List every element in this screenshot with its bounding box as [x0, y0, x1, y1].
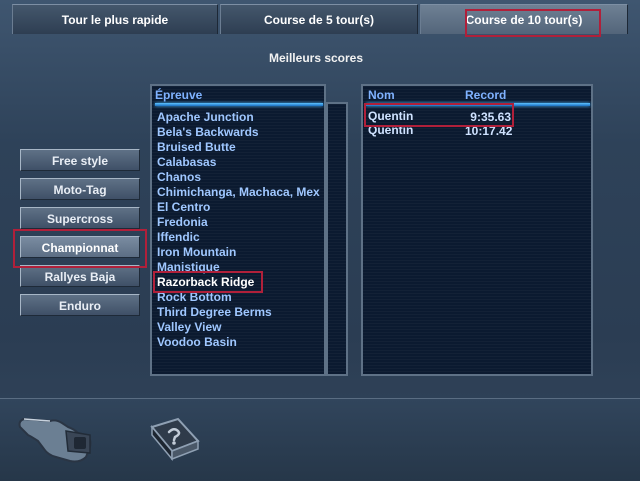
track-list-header: Épreuve [155, 88, 203, 102]
mode-championnat-button[interactable]: Championnat [20, 236, 140, 258]
help-book-icon[interactable] [148, 415, 202, 461]
tab-10-laps[interactable]: Course de 10 tour(s) [420, 4, 628, 34]
page-title: Meilleurs scores [268, 51, 364, 65]
track-list-panel: Épreuve Apache Junction Bela's Backwards… [150, 84, 326, 376]
score-record: 10:17.42 [465, 124, 513, 138]
mode-supercross-button[interactable]: Supercross [20, 207, 140, 229]
track-item[interactable]: Iron Mountain [157, 245, 236, 260]
track-item[interactable]: Chimichanga, Machaca, Mex [157, 185, 320, 200]
mode-free-style-button[interactable]: Free style [20, 149, 140, 171]
score-record: 9:35.63 [470, 110, 511, 124]
mode-moto-tag-button[interactable]: Moto-Tag [20, 178, 140, 200]
header-divider [155, 103, 323, 106]
track-item[interactable]: Fredonia [157, 215, 208, 230]
track-item-selected[interactable]: Razorback Ridge [157, 275, 254, 290]
track-item[interactable]: Third Degree Berms [157, 305, 272, 320]
track-list-scrollbar[interactable] [326, 102, 348, 376]
pointing-hand-icon[interactable] [16, 407, 96, 467]
track-item[interactable]: Rock Bottom [157, 290, 232, 305]
footer-bar [0, 398, 640, 481]
game-screen: Tour le plus rapide Course de 5 tour(s) … [0, 0, 640, 481]
score-name: Quentin [368, 109, 414, 123]
track-item[interactable]: Iffendic [157, 230, 200, 245]
record-column-header: Record [465, 88, 507, 102]
track-item[interactable]: Bruised Butte [157, 140, 236, 155]
track-item[interactable]: Apache Junction [157, 110, 254, 125]
track-item[interactable]: Calabasas [157, 155, 216, 170]
mode-rallyes-baja-button[interactable]: Rallyes Baja [20, 265, 140, 287]
mode-enduro-button[interactable]: Enduro [20, 294, 140, 316]
track-item[interactable]: Bela's Backwards [157, 125, 259, 140]
header-divider [366, 103, 590, 106]
name-column-header: Nom [368, 88, 395, 102]
tab-5-laps[interactable]: Course de 5 tour(s) [220, 4, 418, 34]
track-item[interactable]: Chanos [157, 170, 201, 185]
track-item[interactable]: Voodoo Basin [157, 335, 237, 350]
tab-fastest-lap[interactable]: Tour le plus rapide [12, 4, 218, 34]
score-name: Quentin [368, 123, 414, 137]
track-item[interactable]: Valley View [157, 320, 222, 335]
track-item[interactable]: El Centro [157, 200, 210, 215]
track-item[interactable]: Manistique [157, 260, 220, 275]
scores-panel: Nom Record Quentin 9:35.63 Quentin 10:17… [361, 84, 593, 376]
tab-bar: Tour le plus rapide Course de 5 tour(s) … [12, 4, 628, 34]
